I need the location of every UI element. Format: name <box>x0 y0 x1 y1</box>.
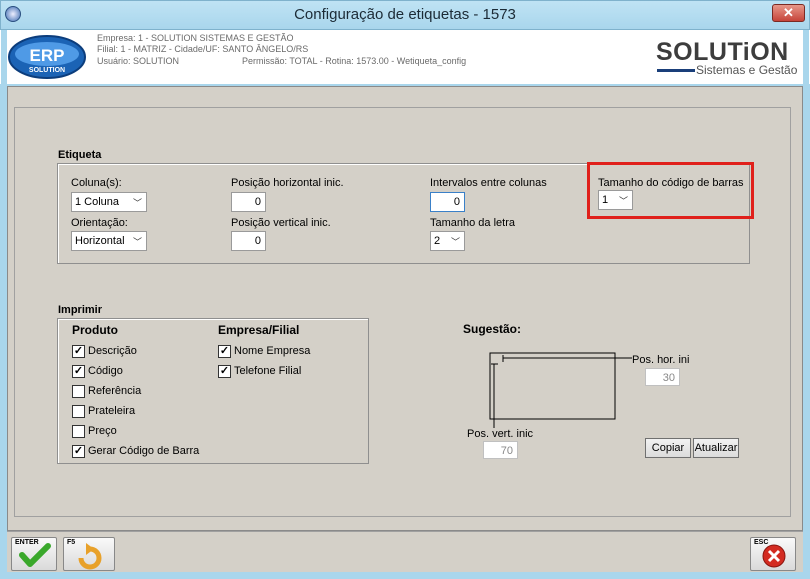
erp-logo: ERP SOLUTION <box>8 35 86 79</box>
etiqueta-title: Etiqueta <box>58 149 102 161</box>
erp-logo-subtext: SOLUTION <box>29 67 65 74</box>
checkbox[interactable]: ✓ <box>218 365 231 378</box>
usuario-info: Usuário: SOLUTION <box>97 56 180 66</box>
checkbox[interactable]: ✓ <box>72 445 85 458</box>
pos-hor-label: Pos. hor. ini <box>632 354 690 366</box>
bottom-toolbar <box>7 531 803 572</box>
orientacao-select-value: Horizontal <box>75 235 125 247</box>
chevron-down-icon: ﹀ <box>618 196 628 206</box>
checkbox[interactable]: ✓ <box>72 365 85 378</box>
refresh-icon <box>78 543 102 570</box>
empresa-info: Empresa: 1 - SOLUTION SISTEMAS E GESTÃO <box>97 33 294 43</box>
tamanho-letra-select[interactable]: 2 ﹀ <box>430 231 465 251</box>
tamanho-barras-label: Tamanho do código de barras <box>598 177 744 189</box>
checkbox[interactable] <box>72 405 85 418</box>
solution-logo-subtitle: Sistemas e Gestão <box>696 63 798 77</box>
checkbox-label: Gerar Código de Barra <box>88 445 200 457</box>
sugestao-title: Sugestão: <box>463 322 522 336</box>
intervalos-label: Intervalos entre colunas <box>430 177 547 189</box>
chevron-down-icon: ﹀ <box>132 237 142 247</box>
copiar-button[interactable]: Copiar <box>645 438 691 458</box>
pos-hor-value: 30 <box>645 368 680 386</box>
empresa-header: Empresa/Filial <box>218 323 300 337</box>
tamanho-barras-select[interactable]: 1 ﹀ <box>598 190 633 210</box>
solution-logo-bar <box>657 69 695 72</box>
esc-close-button[interactable]: ESC <box>750 537 796 571</box>
chevron-down-icon: ﹀ <box>132 198 142 208</box>
chevron-down-icon: ﹀ <box>450 237 460 247</box>
produto-header: Produto <box>72 323 118 337</box>
f5-refresh-button[interactable]: F5 <box>63 537 115 571</box>
checkbox[interactable] <box>72 385 85 398</box>
coluna-label: Coluna(s): <box>71 177 122 189</box>
checkbox-label: Prateleira <box>88 405 136 417</box>
checkbox-label: Preço <box>88 425 117 437</box>
pos-vertical-label: Posição vertical inic. <box>231 217 331 229</box>
checkbox-label: Referência <box>88 385 142 397</box>
pos-horizontal-input[interactable]: 0 <box>231 192 266 212</box>
tamanho-barras-select-value: 1 <box>602 194 609 206</box>
checkbox-label: Descrição <box>88 345 137 357</box>
checkbox[interactable]: ✓ <box>218 345 231 358</box>
cancel-icon <box>762 544 786 568</box>
imprimir-title: Imprimir <box>58 304 103 316</box>
checkbox-label: Nome Empresa <box>234 345 311 357</box>
pos-vert-label: Pos. vert. inic <box>467 428 534 440</box>
window-title: Configuração de etiquetas - 1573 <box>294 6 516 23</box>
enter-confirm-button[interactable]: ENTER <box>11 537 57 571</box>
checkbox[interactable] <box>72 425 85 438</box>
intervalos-input[interactable]: 0 <box>430 192 465 212</box>
checkbox-label: Telefone Filial <box>234 365 302 377</box>
coluna-select[interactable]: 1 Coluna ﹀ <box>71 192 147 212</box>
orientacao-select[interactable]: Horizontal ﹀ <box>71 231 147 251</box>
filial-info: Filial: 1 - MATRIZ - Cidade/UF: SANTO ÂN… <box>97 44 309 54</box>
checkbox[interactable]: ✓ <box>72 345 85 358</box>
pos-vertical-input[interactable]: 0 <box>231 231 266 251</box>
coluna-select-value: 1 Coluna <box>75 196 120 208</box>
erp-logo-text: ERP <box>30 46 65 65</box>
checkbox-label: Código <box>88 365 123 377</box>
close-button[interactable]: ✕ <box>772 4 805 22</box>
pos-horizontal-label: Posição horizontal inic. <box>231 177 344 189</box>
tamanho-letra-select-value: 2 <box>434 235 441 247</box>
atualizar-button[interactable]: Atualizar <box>693 438 739 458</box>
orientacao-label: Orientação: <box>71 217 128 229</box>
tamanho-letra-label: Tamanho da letra <box>430 217 515 229</box>
pos-vert-value: 70 <box>483 441 518 459</box>
checkmark-icon <box>19 543 51 567</box>
permissao-info: Permissão: TOTAL - Rotina: 1573.00 - Wet… <box>242 56 467 66</box>
